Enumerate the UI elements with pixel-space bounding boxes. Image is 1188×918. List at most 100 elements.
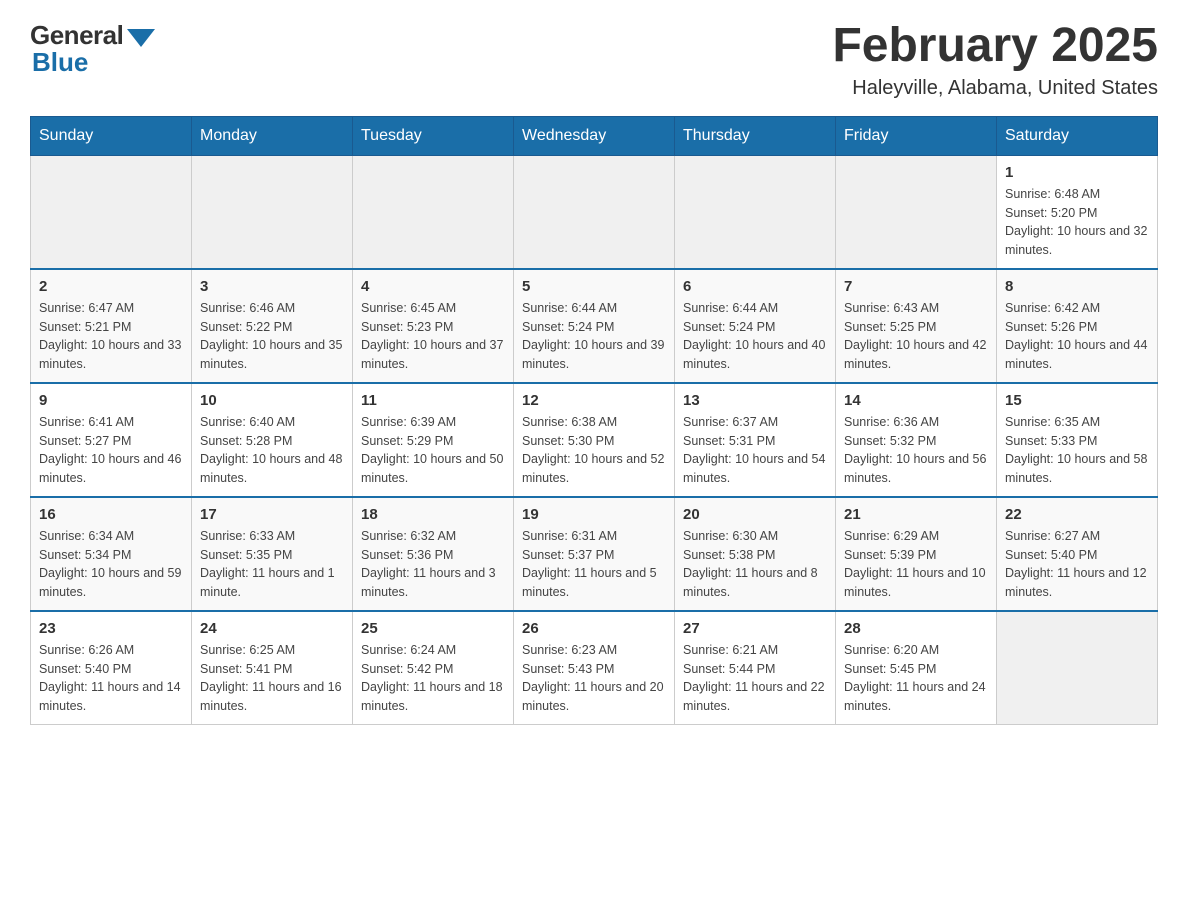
- day-info: Sunrise: 6:27 AM Sunset: 5:40 PM Dayligh…: [1005, 527, 1149, 602]
- day-info: Sunrise: 6:42 AM Sunset: 5:26 PM Dayligh…: [1005, 299, 1149, 374]
- day-number: 1: [1005, 164, 1149, 181]
- day-number: 24: [200, 620, 344, 637]
- day-number: 22: [1005, 506, 1149, 523]
- calendar-header-row: SundayMondayTuesdayWednesdayThursdayFrid…: [31, 116, 1158, 155]
- day-info: Sunrise: 6:40 AM Sunset: 5:28 PM Dayligh…: [200, 413, 344, 488]
- calendar-cell: 28 Sunrise: 6:20 AM Sunset: 5:45 PM Dayli…: [836, 611, 997, 725]
- weekday-header-monday: Monday: [192, 116, 353, 155]
- calendar-cell: 14 Sunrise: 6:36 AM Sunset: 5:32 PM Dayli…: [836, 383, 997, 497]
- calendar-cell: 26 Sunrise: 6:23 AM Sunset: 5:43 PM Dayli…: [514, 611, 675, 725]
- logo: General Blue: [30, 20, 155, 78]
- logo-triangle-icon: [127, 29, 155, 47]
- calendar-cell: 7Sunrise: 6:43 AM Sunset: 5:25 PM Daylig…: [836, 269, 997, 383]
- day-number: 10: [200, 392, 344, 409]
- calendar-cell: 22 Sunrise: 6:27 AM Sunset: 5:40 PM Dayli…: [997, 497, 1158, 611]
- calendar-cell: 16 Sunrise: 6:34 AM Sunset: 5:34 PM Dayli…: [31, 497, 192, 611]
- month-title: February 2025: [832, 20, 1158, 73]
- day-number: 11: [361, 392, 505, 409]
- calendar-cell: [514, 155, 675, 269]
- day-info: Sunrise: 6:30 AM Sunset: 5:38 PM Dayligh…: [683, 527, 827, 602]
- calendar-cell: 8 Sunrise: 6:42 AM Sunset: 5:26 PM Daylig…: [997, 269, 1158, 383]
- day-number: 26: [522, 620, 666, 637]
- calendar-cell: 11 Sunrise: 6:39 AM Sunset: 5:29 PM Dayli…: [353, 383, 514, 497]
- calendar-cell: 24Sunrise: 6:25 AM Sunset: 5:41 PM Dayli…: [192, 611, 353, 725]
- day-info: Sunrise: 6:36 AM Sunset: 5:32 PM Dayligh…: [844, 413, 988, 488]
- weekday-header-wednesday: Wednesday: [514, 116, 675, 155]
- title-section: February 2025 Haleyville, Alabama, Unite…: [832, 20, 1158, 100]
- day-info: Sunrise: 6:32 AM Sunset: 5:36 PM Dayligh…: [361, 527, 505, 602]
- day-number: 8: [1005, 278, 1149, 295]
- calendar-cell: 27 Sunrise: 6:21 AM Sunset: 5:44 PM Dayli…: [675, 611, 836, 725]
- calendar-table: SundayMondayTuesdayWednesdayThursdayFrid…: [30, 116, 1158, 725]
- day-number: 6: [683, 278, 827, 295]
- calendar-cell: 5Sunrise: 6:44 AM Sunset: 5:24 PM Daylig…: [514, 269, 675, 383]
- day-info: Sunrise: 6:35 AM Sunset: 5:33 PM Dayligh…: [1005, 413, 1149, 488]
- day-info: Sunrise: 6:48 AM Sunset: 5:20 PM Dayligh…: [1005, 185, 1149, 260]
- day-info: Sunrise: 6:33 AM Sunset: 5:35 PM Dayligh…: [200, 527, 344, 602]
- day-info: Sunrise: 6:24 AM Sunset: 5:42 PM Dayligh…: [361, 641, 505, 716]
- day-number: 3: [200, 278, 344, 295]
- day-number: 5: [522, 278, 666, 295]
- calendar-cell: [31, 155, 192, 269]
- day-number: 25: [361, 620, 505, 637]
- day-info: Sunrise: 6:47 AM Sunset: 5:21 PM Dayligh…: [39, 299, 183, 374]
- day-info: Sunrise: 6:29 AM Sunset: 5:39 PM Dayligh…: [844, 527, 988, 602]
- calendar-week-row: 16 Sunrise: 6:34 AM Sunset: 5:34 PM Dayli…: [31, 497, 1158, 611]
- day-number: 7: [844, 278, 988, 295]
- day-number: 9: [39, 392, 183, 409]
- day-number: 13: [683, 392, 827, 409]
- weekday-header-saturday: Saturday: [997, 116, 1158, 155]
- day-info: Sunrise: 6:26 AM Sunset: 5:40 PM Dayligh…: [39, 641, 183, 716]
- day-info: Sunrise: 6:37 AM Sunset: 5:31 PM Dayligh…: [683, 413, 827, 488]
- calendar-cell: [836, 155, 997, 269]
- calendar-cell: 25 Sunrise: 6:24 AM Sunset: 5:42 PM Dayli…: [353, 611, 514, 725]
- day-info: Sunrise: 6:21 AM Sunset: 5:44 PM Dayligh…: [683, 641, 827, 716]
- day-info: Sunrise: 6:38 AM Sunset: 5:30 PM Dayligh…: [522, 413, 666, 488]
- calendar-cell: 9 Sunrise: 6:41 AM Sunset: 5:27 PM Daylig…: [31, 383, 192, 497]
- day-info: Sunrise: 6:46 AM Sunset: 5:22 PM Dayligh…: [200, 299, 344, 374]
- weekday-header-thursday: Thursday: [675, 116, 836, 155]
- location-title: Haleyville, Alabama, United States: [832, 77, 1158, 100]
- calendar-week-row: 2 Sunrise: 6:47 AM Sunset: 5:21 PM Daylig…: [31, 269, 1158, 383]
- day-number: 16: [39, 506, 183, 523]
- calendar-cell: [997, 611, 1158, 725]
- weekday-header-friday: Friday: [836, 116, 997, 155]
- day-info: Sunrise: 6:34 AM Sunset: 5:34 PM Dayligh…: [39, 527, 183, 602]
- weekday-header-tuesday: Tuesday: [353, 116, 514, 155]
- day-number: 28: [844, 620, 988, 637]
- calendar-cell: 2 Sunrise: 6:47 AM Sunset: 5:21 PM Daylig…: [31, 269, 192, 383]
- calendar-week-row: 9 Sunrise: 6:41 AM Sunset: 5:27 PM Daylig…: [31, 383, 1158, 497]
- day-info: Sunrise: 6:41 AM Sunset: 5:27 PM Dayligh…: [39, 413, 183, 488]
- calendar-cell: 23 Sunrise: 6:26 AM Sunset: 5:40 PM Dayli…: [31, 611, 192, 725]
- day-number: 14: [844, 392, 988, 409]
- calendar-cell: 13 Sunrise: 6:37 AM Sunset: 5:31 PM Dayli…: [675, 383, 836, 497]
- day-number: 17: [200, 506, 344, 523]
- day-number: 18: [361, 506, 505, 523]
- calendar-cell: 19 Sunrise: 6:31 AM Sunset: 5:37 PM Dayli…: [514, 497, 675, 611]
- day-info: Sunrise: 6:20 AM Sunset: 5:45 PM Dayligh…: [844, 641, 988, 716]
- day-number: 15: [1005, 392, 1149, 409]
- calendar-cell: 12 Sunrise: 6:38 AM Sunset: 5:30 PM Dayli…: [514, 383, 675, 497]
- calendar-week-row: 23 Sunrise: 6:26 AM Sunset: 5:40 PM Dayli…: [31, 611, 1158, 725]
- calendar-cell: 21 Sunrise: 6:29 AM Sunset: 5:39 PM Dayli…: [836, 497, 997, 611]
- calendar-cell: [353, 155, 514, 269]
- calendar-week-row: 1 Sunrise: 6:48 AM Sunset: 5:20 PM Daylig…: [31, 155, 1158, 269]
- calendar-cell: 10 Sunrise: 6:40 AM Sunset: 5:28 PM Dayli…: [192, 383, 353, 497]
- day-info: Sunrise: 6:45 AM Sunset: 5:23 PM Dayligh…: [361, 299, 505, 374]
- day-number: 12: [522, 392, 666, 409]
- calendar-cell: 17 Sunrise: 6:33 AM Sunset: 5:35 PM Dayli…: [192, 497, 353, 611]
- day-number: 23: [39, 620, 183, 637]
- day-info: Sunrise: 6:39 AM Sunset: 5:29 PM Dayligh…: [361, 413, 505, 488]
- day-number: 19: [522, 506, 666, 523]
- day-number: 2: [39, 278, 183, 295]
- day-number: 27: [683, 620, 827, 637]
- day-number: 4: [361, 278, 505, 295]
- day-info: Sunrise: 6:31 AM Sunset: 5:37 PM Dayligh…: [522, 527, 666, 602]
- calendar-cell: 20 Sunrise: 6:30 AM Sunset: 5:38 PM Dayli…: [675, 497, 836, 611]
- day-number: 21: [844, 506, 988, 523]
- day-info: Sunrise: 6:23 AM Sunset: 5:43 PM Dayligh…: [522, 641, 666, 716]
- calendar-cell: 18 Sunrise: 6:32 AM Sunset: 5:36 PM Dayli…: [353, 497, 514, 611]
- calendar-cell: 1 Sunrise: 6:48 AM Sunset: 5:20 PM Daylig…: [997, 155, 1158, 269]
- day-info: Sunrise: 6:44 AM Sunset: 5:24 PM Dayligh…: [683, 299, 827, 374]
- day-number: 20: [683, 506, 827, 523]
